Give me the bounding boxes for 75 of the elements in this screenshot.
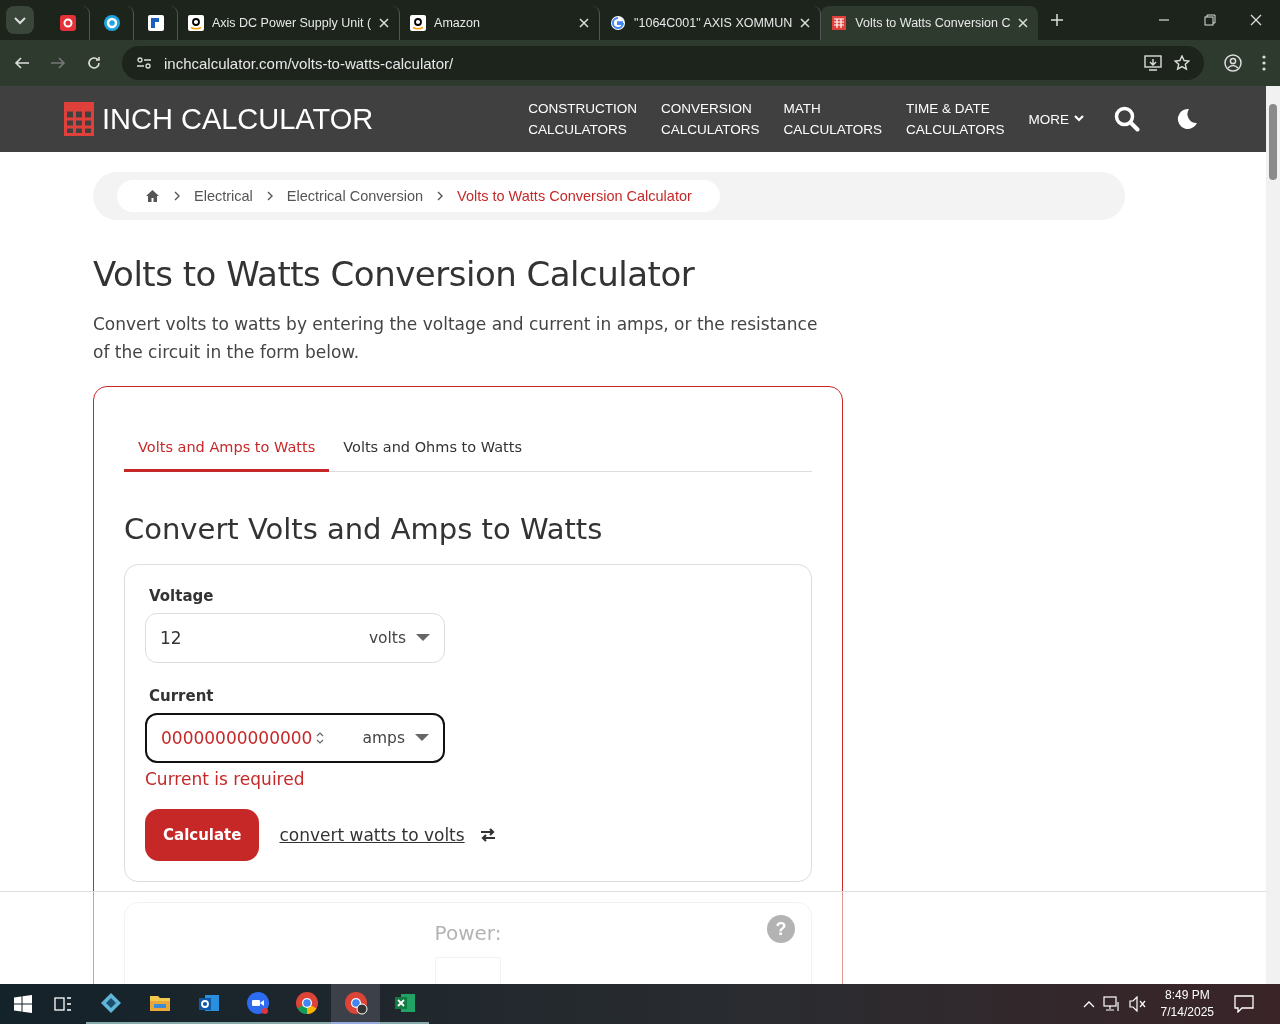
breadcrumb-link[interactable]: Electrical Conversion	[286, 188, 424, 204]
reload-icon[interactable]	[86, 55, 102, 71]
caret-icon	[416, 634, 430, 642]
star-icon[interactable]	[1174, 55, 1190, 71]
close-icon[interactable]	[1018, 18, 1029, 28]
input-field[interactable]: 12 volts	[145, 613, 445, 663]
chevron-right-icon	[266, 191, 273, 201]
profile-icon[interactable]	[1224, 54, 1242, 72]
restore-icon[interactable]	[1204, 14, 1216, 26]
address-bar[interactable]: inchcalculator.com/volts-to-watts-calculator/	[122, 46, 1204, 80]
browser-app-icon	[294, 991, 319, 1015]
nav-link[interactable]: CONVERSION CALCULATORS	[660, 98, 760, 140]
url-text: inchcalculator.com/volts-to-watts-calculator/	[164, 54, 454, 72]
field-label: Current	[149, 687, 215, 705]
search-icon[interactable]	[1114, 106, 1140, 132]
tab-title: Volts to Watts Conversion C	[855, 16, 1011, 30]
calculator-tab[interactable]: Volts and Ohms to Watts	[329, 427, 536, 472]
calculator-icon	[831, 15, 848, 31]
video-app-icon	[245, 991, 270, 1015]
back-arrow-icon[interactable]	[14, 55, 30, 71]
new-tab-icon[interactable]	[1050, 13, 1065, 27]
error-message: Current is required	[145, 769, 306, 789]
clock-time[interactable]: 8:49 PM	[1164, 987, 1210, 1004]
task-view-icon[interactable]	[54, 995, 72, 1013]
intro-text: Convert volts to watts by entering the voltage and current in amps, or the resistance of the circuit in the form below.	[93, 313, 819, 364]
unit-dropdown[interactable]: amps	[362, 729, 429, 747]
nav-link[interactable]: MATH CALCULATORS	[783, 98, 882, 140]
more-menu[interactable]: MORE	[1028, 108, 1084, 130]
nav-link[interactable]: CONSTRUCTION CALCULATORS	[528, 98, 637, 140]
chevron-right-icon	[174, 191, 180, 201]
calculate-button[interactable]: Calculate	[145, 809, 260, 861]
forward-arrow-icon[interactable]	[50, 55, 66, 71]
menu-icon[interactable]	[1262, 55, 1266, 71]
circle-c-icon	[103, 15, 120, 31]
site-logo[interactable]: INCH CALCULATOR	[102, 102, 374, 136]
close-icon[interactable]	[579, 18, 590, 28]
clock-date[interactable]: 7/14/2025	[1160, 1004, 1214, 1021]
tab-title: "1064C001" AXIS XOMMUN	[634, 16, 793, 30]
chevron-down-icon	[1074, 115, 1084, 123]
tab-search-icon[interactable]	[6, 6, 34, 34]
browser-tab[interactable]: Volts to Watts Conversion C	[821, 6, 1039, 40]
chevron-right-icon	[437, 191, 444, 201]
calculator-tab[interactable]: Volts and Amps to Watts	[124, 427, 330, 472]
calculator-heading: Convert Volts and Amps to Watts	[124, 512, 604, 546]
field-label: Voltage	[149, 587, 215, 605]
tab-title: Amazon	[434, 16, 481, 30]
close-icon[interactable]	[379, 18, 390, 28]
browser-profile-icon	[343, 991, 368, 1015]
chevron-up-icon[interactable]	[1082, 1000, 1095, 1008]
home-icon[interactable]	[145, 189, 160, 203]
breadcrumb-link[interactable]: Volts to Watts Conversion Calculator	[457, 188, 692, 204]
tab-title: Axis DC Power Supply Unit (	[212, 16, 372, 30]
ring-square-icon	[59, 15, 76, 31]
windows-start-icon[interactable]	[14, 995, 32, 1013]
calculator-logo-icon[interactable]	[64, 102, 94, 136]
convert-link[interactable]: convert watts to volts	[279, 825, 465, 845]
breadcrumb-link[interactable]: Electrical	[194, 188, 253, 204]
close-icon[interactable]	[800, 18, 811, 28]
input-field[interactable]: 00000000000000 amps	[145, 713, 445, 763]
nav-link[interactable]: TIME & DATE CALCULATORS	[905, 98, 1005, 140]
install-app-icon[interactable]	[1144, 55, 1162, 71]
unit-dropdown[interactable]: volts	[368, 629, 430, 647]
network-icon[interactable]	[1102, 996, 1121, 1012]
caret-icon	[415, 734, 429, 742]
notifications-icon[interactable]	[1234, 995, 1254, 1013]
site-settings-icon[interactable]	[136, 55, 152, 71]
close-icon[interactable]	[1250, 14, 1262, 26]
speaker-muted-icon[interactable]	[1128, 996, 1147, 1012]
scrollbar[interactable]	[1266, 86, 1280, 984]
spinner-arrows-icon[interactable]	[316, 731, 325, 745]
taskbar-app[interactable]	[331, 984, 380, 1024]
spreadsheet-app-icon	[392, 991, 417, 1015]
result-label: Power:	[434, 921, 502, 945]
page-title: Volts to Watts Conversion Calculator	[93, 254, 696, 294]
swap-arrows-icon[interactable]	[478, 828, 497, 842]
